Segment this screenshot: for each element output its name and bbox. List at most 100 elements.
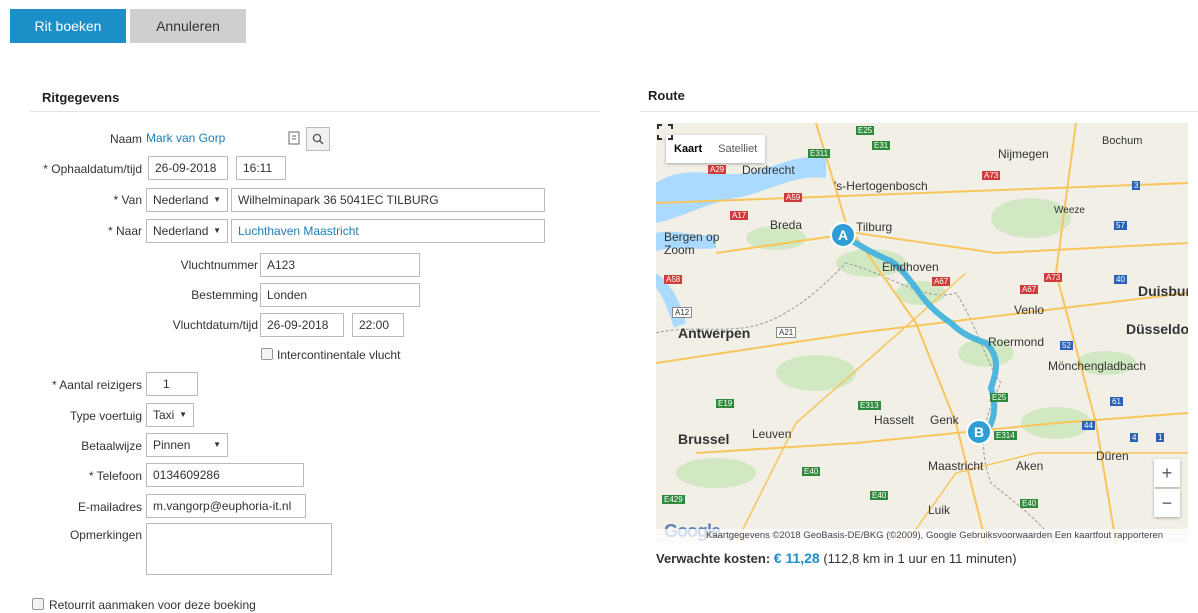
road-shield: E40: [870, 491, 889, 500]
map-label: Duisburg: [1138, 283, 1188, 299]
map-label: Roermond: [988, 335, 1045, 349]
map-type-toggle: Kaart Satelliet: [666, 135, 766, 163]
from-country-select[interactable]: Nederland: [146, 188, 228, 212]
road-shield: 40: [1114, 275, 1127, 284]
road-shield: A12: [672, 307, 693, 318]
map-label: Tilburg: [856, 220, 893, 234]
book-ride-button[interactable]: Rit boeken: [10, 9, 126, 43]
remarks-textarea[interactable]: [146, 523, 332, 575]
route-map[interactable]: Nijmegen Dordrecht 's-Hertogenbosch Bred…: [656, 123, 1188, 543]
travelers-field[interactable]: 1: [146, 372, 198, 396]
map-label: Dordrecht: [742, 163, 795, 177]
map-label: Aken: [1016, 459, 1044, 473]
zoom-in-button[interactable]: +: [1154, 459, 1180, 487]
map-label: Düsseldorf: [1126, 321, 1188, 337]
road-shield: A73: [982, 171, 1001, 180]
to-label: * Naar: [107, 224, 142, 238]
fullscreen-icon[interactable]: [656, 123, 674, 141]
map-label: Bochum: [1102, 135, 1143, 147]
map-label: Genk: [930, 413, 959, 427]
flight-date-field[interactable]: 26-09-2018: [260, 313, 344, 337]
flight-datetime-label: Vluchtdatum/tijd: [172, 318, 258, 332]
map-label: Breda: [770, 218, 803, 232]
email-field[interactable]: m.vangorp@euphoria-it.nl: [146, 494, 306, 518]
map-label: Maastricht: [928, 459, 984, 473]
map-label: Hasselt: [874, 413, 915, 427]
map-attribution[interactable]: Kaartgegevens ©2018 GeoBasis-DE/BKG (©20…: [656, 529, 1188, 543]
flight-time-field[interactable]: 22:00: [352, 313, 404, 337]
destination-label: Bestemming: [191, 288, 258, 302]
road-shield: E40: [802, 467, 821, 476]
vehicle-label: Type voertuig: [69, 409, 142, 423]
road-shield: A58: [664, 275, 683, 284]
road-shield: E311: [808, 149, 831, 158]
search-icon[interactable]: [306, 127, 330, 151]
road-shield: E429: [662, 495, 685, 504]
road-shield: A17: [730, 211, 749, 220]
vehicle-select[interactable]: Taxi: [146, 403, 194, 427]
road-shield: 44: [1082, 421, 1095, 430]
intercontinental-checkbox[interactable]: [261, 348, 273, 360]
email-label: E-mailadres: [77, 500, 142, 514]
from-address-field[interactable]: Wilhelminapark 36 5041EC TILBURG: [231, 188, 545, 212]
road-shield: A21: [776, 327, 797, 338]
payment-select[interactable]: Pinnen: [146, 433, 228, 457]
ride-details-divider: [30, 111, 600, 112]
phone-field[interactable]: 0134609286: [146, 463, 304, 487]
return-trip-checkbox[interactable]: [32, 598, 44, 610]
start-marker-icon[interactable]: A: [830, 222, 856, 248]
road-shield: E313: [858, 401, 881, 410]
road-shield: E25: [856, 126, 875, 135]
pickup-label: * Ophaaldatum/tijd: [43, 162, 142, 176]
cancel-button[interactable]: Annuleren: [130, 9, 246, 43]
route-divider: [640, 111, 1198, 112]
intercontinental-label: Intercontinentale vlucht: [277, 348, 401, 362]
map-tab-kaart[interactable]: Kaart: [666, 143, 710, 155]
remarks-label: Opmerkingen: [69, 528, 142, 542]
road-shield: E314: [994, 431, 1017, 440]
name-label: Naam: [109, 132, 142, 146]
map-tab-satellite[interactable]: Satelliet: [710, 143, 765, 155]
return-trip-label: Retourrit aanmaken voor deze boeking: [49, 598, 256, 612]
cost-label: Verwachte kosten:: [656, 551, 771, 566]
map-label: Düren: [1096, 449, 1129, 463]
map-label: Nijmegen: [998, 147, 1049, 161]
destination-field[interactable]: Londen: [260, 283, 420, 307]
cost-detail: (112,8 km in 1 uur en 11 minuten): [823, 551, 1017, 566]
flight-number-label: Vluchtnummer: [180, 258, 258, 272]
ride-details-title: Ritgegevens: [42, 90, 120, 105]
road-shield: 1: [1156, 433, 1165, 442]
map-label: Venlo: [1014, 303, 1045, 317]
road-shield: E19: [716, 399, 735, 408]
pickup-time-field[interactable]: 16:11: [236, 156, 286, 180]
name-value[interactable]: Mark van Gorp: [146, 127, 306, 151]
road-shield: E25: [990, 393, 1009, 402]
travelers-label: * Aantal reizigers: [51, 378, 142, 392]
from-label: * Van: [113, 193, 142, 207]
flight-number-field[interactable]: A123: [260, 253, 420, 277]
road-shield: A67: [932, 277, 951, 286]
map-label: Leuven: [752, 427, 792, 441]
map-label: Antwerpen: [678, 325, 751, 341]
map-label: Luik: [928, 503, 951, 517]
zoom-out-button[interactable]: −: [1154, 489, 1180, 517]
contact-card-icon[interactable]: [284, 127, 304, 149]
phone-label: * Telefoon: [88, 469, 142, 483]
pickup-date-field[interactable]: 26-09-2018: [148, 156, 228, 180]
road-shield: A73: [1044, 273, 1063, 282]
to-country-select[interactable]: Nederland: [146, 219, 228, 243]
map-label: Eindhoven: [882, 260, 939, 274]
road-shield: 4: [1130, 433, 1139, 442]
estimated-cost: Verwachte kosten: € 11,28 (112,8 km in 1…: [656, 550, 1017, 566]
road-shield: 57: [1114, 221, 1127, 230]
end-marker-icon[interactable]: B: [966, 419, 992, 445]
cost-amount: € 11,28: [773, 550, 820, 566]
to-address-field[interactable]: Luchthaven Maastricht: [231, 219, 545, 243]
payment-label: Betaalwijze: [81, 439, 142, 453]
road-shield: 3: [1132, 181, 1141, 190]
road-shield: E40: [1020, 499, 1039, 508]
road-shield: A67: [1020, 285, 1039, 294]
route-title: Route: [648, 88, 685, 103]
map-label: Bergen op Zoom: [664, 230, 720, 257]
map-label: Brussel: [678, 431, 730, 447]
